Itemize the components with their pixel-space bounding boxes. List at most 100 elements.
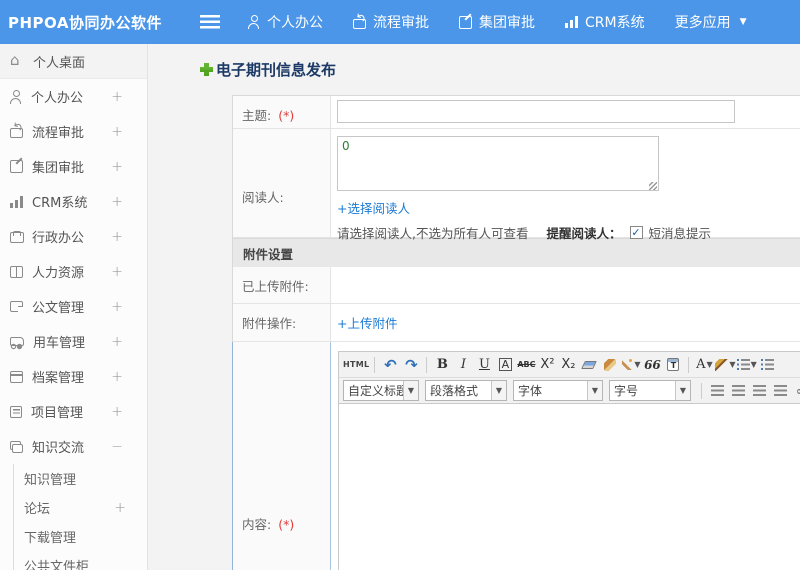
readers-row: 阅读人: 0 +选择阅读人 请选择阅读人,不选为所有人可查看 提醒阅读人： ✓ … (233, 129, 800, 241)
sidebar-item-knowledge-exchange[interactable]: 知识交流 − (0, 429, 147, 464)
caret-down-icon: ▼ (729, 360, 736, 369)
sidebar-subitem-label: 公共文件柜 (24, 560, 90, 570)
align-justify-button[interactable] (770, 381, 790, 401)
highlighter-icon (715, 358, 729, 371)
required-mark: (*) (278, 108, 295, 123)
bold-button[interactable]: B (432, 355, 452, 375)
editor-content-area[interactable] (339, 404, 800, 570)
paragraph-format-select[interactable]: 段落格式 ▼ (425, 380, 507, 401)
add-plus-icon (200, 63, 213, 76)
align-right-button[interactable] (749, 381, 769, 401)
subject-label: 主题: (*) (233, 96, 331, 128)
sidebar-item-document-management[interactable]: 公文管理 + (0, 289, 147, 324)
sidebar-item-label: 知识交流 (32, 441, 85, 456)
nav-workflow-approval[interactable]: 流程审批 (353, 12, 429, 32)
rich-text-editor: HTML ↶ ↷ B I U A ABC X² X₂ ▼ 66 T A ▼ ▼ … (338, 351, 800, 570)
remind-readers-label: 提醒阅读人： (546, 226, 622, 241)
sidebar-subitem-public-file-cabinet[interactable]: 公共文件柜 (14, 551, 147, 570)
expand-plus-icon[interactable]: + (111, 159, 123, 175)
sidebar-subitem-knowledge-management[interactable]: 知识管理 (14, 464, 147, 493)
font-style-button[interactable]: A (498, 358, 513, 371)
sidebar-item-human-resources[interactable]: 人力资源 + (0, 254, 147, 289)
font-color-button[interactable]: A ▼ (694, 355, 714, 375)
expand-plus-icon[interactable]: + (111, 124, 123, 140)
subscript-button[interactable]: X₂ (558, 355, 578, 375)
unordered-list-button[interactable] (758, 355, 778, 375)
paste-text-icon: T (667, 358, 680, 371)
uploaded-attachments-value (331, 267, 800, 303)
strikethrough-button[interactable]: ABC (516, 355, 536, 375)
expand-plus-icon[interactable]: + (111, 369, 123, 385)
person-icon (10, 89, 22, 104)
expand-plus-icon[interactable]: + (111, 89, 123, 105)
undo-button[interactable]: ↶ (380, 355, 400, 375)
nav-label: 集团审批 (479, 15, 535, 31)
chat-icon (10, 440, 23, 453)
upload-attachment-link[interactable]: +上传附件 (337, 313, 397, 332)
toolbar-separator (701, 382, 702, 399)
blockquote-button[interactable]: 66 (642, 355, 662, 375)
hamburger-menu-icon[interactable] (200, 15, 220, 29)
nav-crm-system[interactable]: CRM系统 (565, 12, 645, 32)
html-source-button[interactable]: HTML (343, 355, 369, 375)
sidebar-item-personal-office[interactable]: 个人办公 + (0, 79, 147, 114)
collapse-minus-icon[interactable]: − (111, 439, 123, 455)
sidebar-item-workflow-approval[interactable]: 流程审批 + (0, 114, 147, 149)
expand-plus-icon[interactable]: + (111, 264, 123, 280)
select-readers-link[interactable]: +选择阅读人 (337, 198, 410, 217)
sidebar-item-project-management[interactable]: 项目管理 + (0, 394, 147, 429)
expand-plus-icon[interactable]: + (111, 299, 123, 315)
font-family-select[interactable]: 字体 ▼ (513, 380, 603, 401)
highlight-color-button[interactable]: ▼ (715, 355, 736, 375)
sidebar-item-vehicle-management[interactable]: 用车管理 + (0, 324, 147, 359)
custom-heading-select[interactable]: 自定义标题 ▼ (343, 380, 419, 401)
redo-button[interactable]: ↷ (401, 355, 421, 375)
edit-icon (10, 160, 23, 173)
sidebar-item-label: 用车管理 (33, 336, 86, 351)
align-left-button[interactable] (707, 381, 727, 401)
subject-input[interactable] (337, 100, 735, 123)
align-center-button[interactable] (728, 381, 748, 401)
ordered-list-button[interactable]: ▼ (736, 355, 757, 375)
resize-handle[interactable] (649, 182, 657, 190)
content-row: 内容: (*) HTML ↶ ↷ B I U A ABC X² X₂ ▼ 66 … (232, 342, 800, 570)
expand-plus-icon[interactable]: + (111, 404, 123, 420)
insert-link-button[interactable]: ∞ (791, 381, 800, 401)
link-icon: ∞ (796, 384, 800, 398)
expand-plus-icon[interactable]: + (111, 229, 123, 245)
sidebar-item-label: CRM系统 (32, 196, 88, 211)
nav-label: CRM系统 (585, 15, 645, 31)
nav-personal-office[interactable]: 个人办公 (248, 12, 323, 32)
superscript-button[interactable]: X² (537, 355, 557, 375)
underline-button[interactable]: U (474, 355, 494, 375)
page-title: 电子期刊信息发布 (200, 59, 336, 80)
nav-group-approval[interactable]: 集团审批 (459, 12, 535, 32)
sms-checkbox[interactable]: ✓ (629, 226, 643, 239)
format-painter-button[interactable] (600, 355, 620, 375)
nav-more-apps[interactable]: 更多应用 ▼ (675, 12, 747, 32)
app-header: PHPOA协同办公软件 个人办公 流程审批 集团审批 CRM系统 更多应用 ▼ (0, 0, 800, 44)
home-icon (10, 54, 24, 68)
sidebar-subitem-forum[interactable]: 论坛 + (14, 493, 147, 522)
remove-format-button[interactable] (579, 355, 599, 375)
quick-format-button[interactable]: ▼ (621, 355, 641, 375)
paste-plain-text-button[interactable]: T (663, 355, 683, 375)
sidebar-item-personal-desktop[interactable]: 个人桌面 (0, 44, 147, 79)
sidebar-item-archive-management[interactable]: 档案管理 + (0, 359, 147, 394)
sidebar-item-group-approval[interactable]: 集团审批 + (0, 149, 147, 184)
sidebar-item-label: 项目管理 (31, 406, 84, 421)
uploaded-attachments-row: 已上传附件: (233, 267, 800, 304)
expand-plus-icon[interactable]: + (111, 334, 123, 350)
sidebar-item-crm-system[interactable]: CRM系统 + (0, 184, 147, 219)
expand-plus-icon[interactable]: + (114, 500, 126, 516)
font-size-select[interactable]: 字号 ▼ (609, 380, 691, 401)
italic-button[interactable]: I (453, 355, 473, 375)
sidebar-item-label: 行政办公 (32, 231, 85, 246)
sidebar: 个人桌面 个人办公 + 流程审批 + 集团审批 + CRM系统 + 行政办公 + (0, 44, 148, 570)
readers-textarea[interactable]: 0 (337, 136, 659, 191)
expand-plus-icon[interactable]: + (111, 194, 123, 210)
sidebar-item-admin-office[interactable]: 行政办公 + (0, 219, 147, 254)
caret-down-icon: ▼ (675, 381, 690, 400)
sidebar-subitem-download-management[interactable]: 下载管理 (14, 522, 147, 551)
readers-label: 阅读人: (233, 129, 331, 237)
